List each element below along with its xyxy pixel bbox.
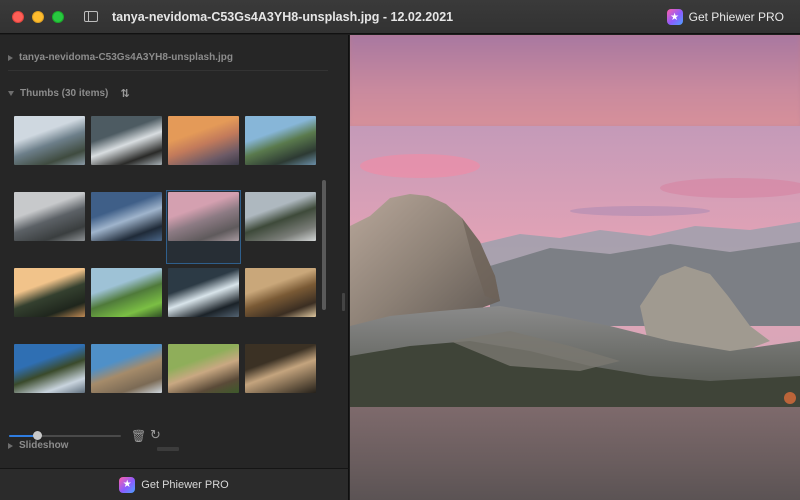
pink-cloud — [360, 154, 480, 178]
thumbnail-chipmunk[interactable] — [244, 343, 317, 400]
chevron-down-icon — [8, 91, 14, 96]
file-section-header[interactable]: tanya-nevidoma-C53Gs4A3YH8-unsplash.jpg — [8, 52, 233, 63]
window-controls — [12, 10, 64, 23]
thumbnail-pine-valley-vista[interactable] — [13, 343, 86, 400]
get-pro-button-top[interactable]: ★ Get Phiewer PRO — [663, 6, 792, 28]
chevron-right-icon — [8, 442, 13, 449]
title-bar: tanya-nevidoma-C53Gs4A3YH8-unsplash.jpg … — [0, 0, 800, 34]
thumbnail-image — [91, 116, 162, 165]
thumbnail-sun-through-trees[interactable] — [13, 267, 86, 339]
sidebar-splitter-handle[interactable] — [342, 293, 345, 311]
resize-handle[interactable] — [157, 447, 179, 451]
get-pro-footer-label: Get Phiewer PRO — [141, 478, 229, 491]
scrollbar[interactable] — [322, 180, 326, 310]
thumbnail-sunset-clouds[interactable] — [167, 115, 240, 187]
thumbnail-image — [168, 268, 239, 317]
thumbnail-grid — [13, 115, 319, 400]
thumbnail-half-dome-dusk[interactable] — [166, 190, 241, 264]
thumbnail-mirror-lake-night[interactable] — [90, 191, 163, 263]
thumbnail-image — [91, 344, 162, 393]
thumbnail-image — [245, 344, 316, 393]
get-pro-button-footer[interactable]: ★ Get Phiewer PRO — [0, 468, 349, 500]
thumbnail-squirrel[interactable] — [167, 343, 240, 400]
thumbnail-image — [91, 268, 162, 317]
thumbnail-image — [168, 192, 239, 241]
chevron-right-icon — [8, 54, 13, 61]
sort-icon[interactable]: ⇅ — [120, 87, 129, 100]
thumbnail-image — [245, 268, 316, 317]
main-photo — [350, 126, 800, 407]
blurred-backdrop-bottom — [350, 407, 800, 500]
trash-icon[interactable]: 🗑 — [131, 429, 146, 443]
star-icon: ★ — [119, 476, 136, 493]
file-section-label: tanya-nevidoma-C53Gs4A3YH8-unsplash.jpg — [19, 52, 233, 63]
thumbs-section-header[interactable]: Thumbs (30 items) ⇅ — [8, 87, 130, 100]
thumbnail-image — [245, 116, 316, 165]
window-title: tanya-nevidoma-C53Gs4A3YH8-unsplash.jpg … — [112, 9, 454, 24]
slider-knob[interactable] — [33, 431, 42, 440]
thumbnail-image — [168, 344, 239, 393]
thumbnail-image — [14, 192, 85, 241]
blurred-backdrop-top — [350, 35, 800, 126]
slideshow-section-header[interactable]: Slideshow — [8, 440, 68, 451]
thumbnail-rocky-overlook[interactable] — [90, 343, 163, 400]
thumbnail-lake-reflection[interactable] — [244, 115, 317, 187]
thumbnail-image — [245, 192, 316, 241]
thumbnail-image — [91, 192, 162, 241]
thumbnail-river-canyon[interactable] — [13, 115, 86, 187]
thumbnail-snowy-rocks[interactable] — [90, 115, 163, 187]
slideshow-section-label: Slideshow — [19, 440, 69, 451]
star-icon: ★ — [666, 9, 683, 25]
thumbnail-image — [14, 116, 85, 165]
thumbnail-cloudy-valley[interactable] — [13, 191, 86, 263]
sidebar-toggle-icon[interactable] — [84, 11, 98, 22]
minimize-window-button[interactable] — [32, 10, 44, 23]
thumbnail-image — [14, 344, 85, 393]
refresh-icon[interactable]: ↻ — [150, 427, 161, 443]
cloud-band — [570, 206, 710, 216]
thumbnail-forest-road[interactable] — [244, 191, 317, 263]
thumbnail-image — [14, 268, 85, 317]
thumbnail-green-meadow[interactable] — [90, 267, 163, 339]
get-pro-label: Get Phiewer PRO — [688, 10, 784, 24]
sidebar: tanya-nevidoma-C53Gs4A3YH8-unsplash.jpg … — [0, 35, 349, 468]
thumbnail-size-slider[interactable] — [9, 431, 121, 440]
autumn-tree — [784, 392, 796, 404]
zoom-window-button[interactable] — [52, 10, 64, 23]
divider — [8, 70, 328, 71]
thumbnail-image — [168, 116, 239, 165]
image-viewer[interactable] — [350, 35, 800, 500]
thumbnail-waterfall-stream[interactable] — [167, 267, 240, 339]
thumbs-section-label: Thumbs (30 items) — [20, 88, 109, 99]
thumbnail-autumn-forest[interactable] — [244, 267, 317, 339]
close-window-button[interactable] — [12, 10, 24, 23]
